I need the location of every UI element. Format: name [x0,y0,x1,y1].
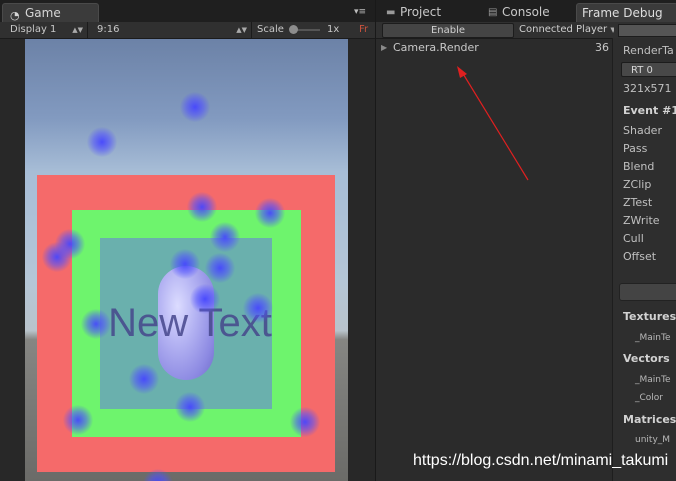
annotation-arrow [457,66,529,181]
watermark-text: https://blog.csdn.net/minami_takumi [413,452,669,469]
